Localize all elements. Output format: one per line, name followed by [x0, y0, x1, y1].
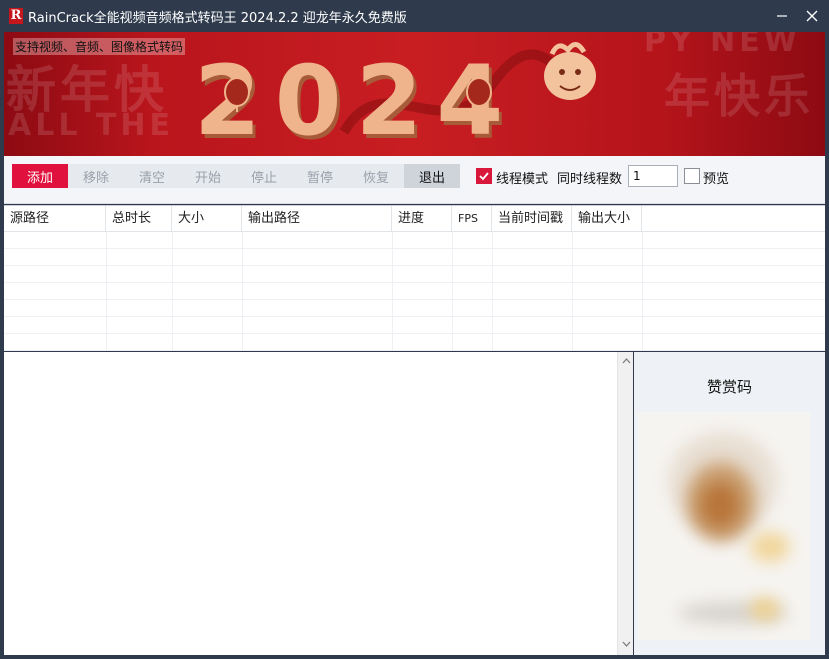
- table-row[interactable]: [4, 283, 825, 300]
- column-header-fps[interactable]: FPS: [452, 206, 492, 232]
- banner-bg-text: 年快乐: [664, 69, 814, 123]
- column-divider: [452, 232, 453, 350]
- app-logo-icon: R: [9, 8, 23, 24]
- banner-caption: 支持视频、音频、图像格式转码: [13, 38, 186, 55]
- column-divider: [242, 232, 243, 350]
- table-row[interactable]: [4, 300, 825, 317]
- toolbar: 添加 移除 清空 开始 停止 暂停 恢复 退出 线程模式 同时线程数 1 预览: [4, 156, 825, 204]
- minimize-button[interactable]: [765, 0, 799, 32]
- concurrent-threads-label: 同时线程数: [557, 172, 623, 187]
- clear-button[interactable]: 清空: [124, 164, 180, 188]
- dragon-mascot-icon: [544, 42, 596, 100]
- new-year-banner: 新年快 ALL THE 年快乐 PY NEW 2024 支持视频、音频、图像格式…: [4, 32, 825, 156]
- window-title: RainCrack全能视频音频格式转码王 2024.2.2 迎龙年永久免费版: [28, 10, 407, 26]
- log-output-area[interactable]: [4, 352, 617, 655]
- title-bar: R RainCrack全能视频音频格式转码王 2024.2.2 迎龙年永久免费版: [0, 0, 829, 32]
- column-divider: [572, 232, 573, 350]
- thread-mode-checkbox[interactable]: [476, 168, 492, 184]
- column-divider: [106, 232, 107, 350]
- table-header: 源路径 总时长 大小 输出路径 进度 FPS 当前时间戳 输出大小: [4, 206, 825, 232]
- check-icon: [479, 172, 489, 181]
- chevron-down-icon: [622, 641, 630, 647]
- stop-button[interactable]: 停止: [236, 164, 292, 188]
- column-header-timestamp[interactable]: 当前时间戳: [492, 206, 572, 232]
- remove-button[interactable]: 移除: [68, 164, 124, 188]
- column-header-progress[interactable]: 进度: [392, 206, 452, 232]
- lantern-icon: [466, 74, 492, 112]
- column-header-output-path[interactable]: 输出路径: [242, 206, 392, 232]
- app-window: R RainCrack全能视频音频格式转码王 2024.2.2 迎龙年永久免费版…: [0, 0, 829, 659]
- column-header-size[interactable]: 大小: [172, 206, 242, 232]
- close-button[interactable]: [795, 0, 829, 32]
- thread-mode-label: 线程模式: [496, 172, 549, 187]
- table-row[interactable]: [4, 317, 825, 334]
- column-divider: [172, 232, 173, 350]
- column-header-source-path[interactable]: 源路径: [4, 206, 106, 232]
- concurrent-threads-input[interactable]: 1: [628, 165, 678, 187]
- minimize-icon: [777, 15, 787, 17]
- scroll-down-button[interactable]: [618, 637, 634, 651]
- donation-qr-code-image: [638, 412, 810, 640]
- preview-checkbox[interactable]: [684, 168, 700, 184]
- table-row[interactable]: [4, 334, 825, 351]
- donation-panel: 赞赏码: [634, 352, 825, 655]
- column-divider: [392, 232, 393, 350]
- start-button[interactable]: 开始: [180, 164, 236, 188]
- banner-bg-text: ALL THE: [8, 108, 174, 143]
- chevron-up-icon: [622, 358, 630, 364]
- column-header-output-size[interactable]: 输出大小: [572, 206, 642, 232]
- scroll-up-button[interactable]: [618, 354, 634, 368]
- column-divider: [642, 232, 643, 350]
- log-scrollbar[interactable]: [617, 352, 633, 655]
- resume-button[interactable]: 恢复: [348, 164, 404, 188]
- lantern-icon: [224, 74, 250, 112]
- add-button[interactable]: 添加: [12, 164, 68, 188]
- column-divider: [492, 232, 493, 350]
- file-table[interactable]: 源路径 总时长 大小 输出路径 进度 FPS 当前时间戳 输出大小: [4, 205, 825, 351]
- banner-bg-text: PY NEW: [644, 32, 801, 59]
- table-row[interactable]: [4, 266, 825, 283]
- pause-button[interactable]: 暂停: [292, 164, 348, 188]
- column-header-duration[interactable]: 总时长: [106, 206, 172, 232]
- table-row[interactable]: [4, 232, 825, 249]
- close-icon: [806, 10, 818, 22]
- exit-button[interactable]: 退出: [404, 164, 460, 188]
- preview-label: 预览: [703, 172, 730, 187]
- table-row[interactable]: [4, 249, 825, 266]
- donation-title: 赞赏码: [706, 378, 752, 396]
